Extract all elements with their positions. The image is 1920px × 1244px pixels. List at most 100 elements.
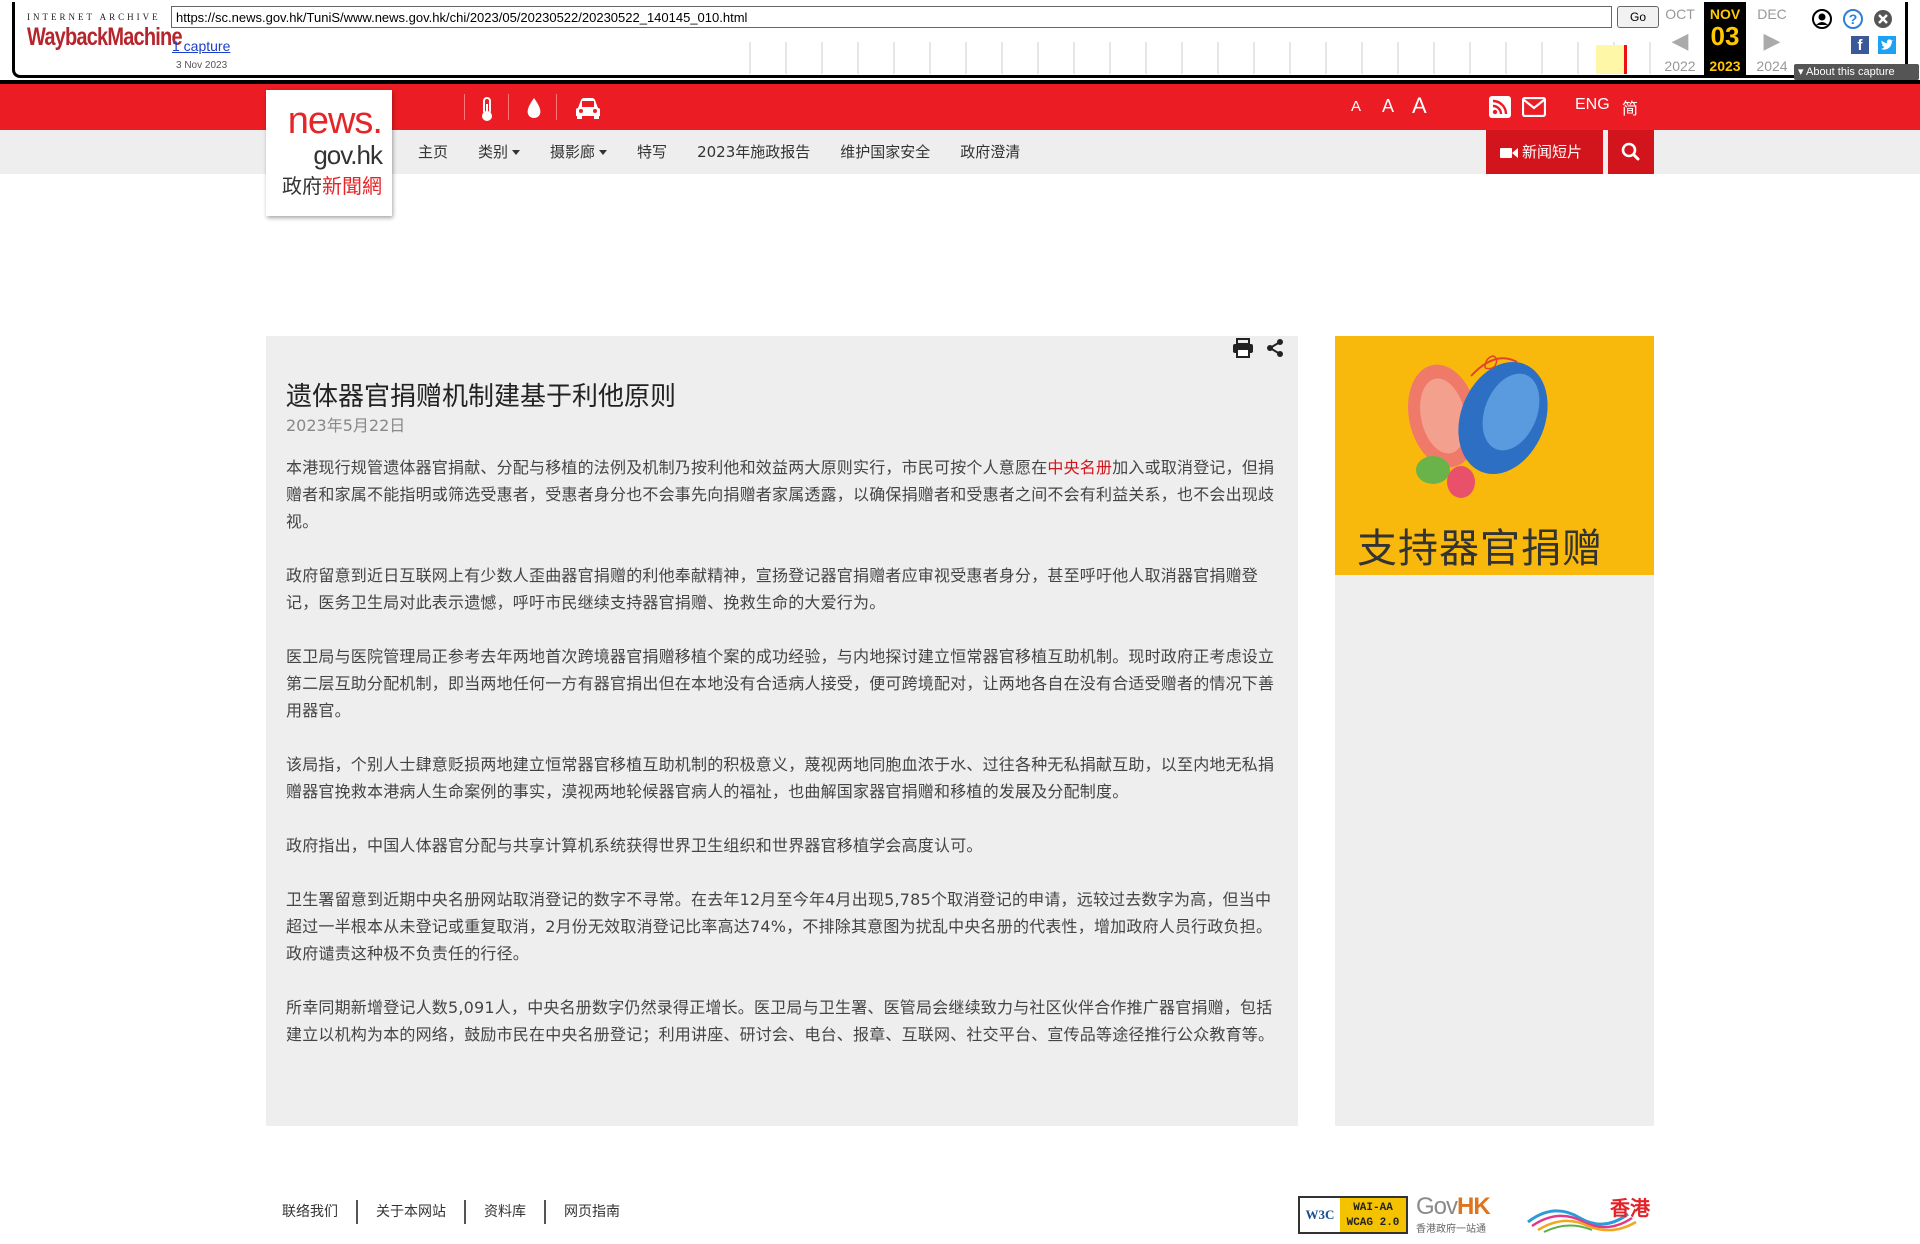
- banner-text: 支持器官捐赠: [1357, 526, 1603, 572]
- brand-hk-logo[interactable]: 香港: [1524, 1192, 1654, 1236]
- wayback-logo-main: WaybackMachine: [27, 23, 183, 51]
- article-paragraph: 政府指出，中国人体器官分配与共享计算机系统获得世界卫生组织和世界器官移植学会高度…: [286, 836, 983, 855]
- wayback-cal-prev-month: OCT: [1665, 6, 1695, 22]
- search-button[interactable]: [1608, 130, 1654, 174]
- article-tools: [1232, 338, 1285, 362]
- wayback-user-icon[interactable]: [1811, 8, 1833, 30]
- footer-archive-link[interactable]: 资料库: [466, 1200, 546, 1224]
- wayback-url-input[interactable]: [171, 6, 1612, 28]
- site-logo[interactable]: news. gov.hk 政府新聞網: [266, 90, 392, 216]
- lang-english-link[interactable]: ENG: [1575, 96, 1610, 114]
- article-body: 本港现行规管遗体器官捐献、分配与移植的法例及机制乃按利他和效益两大原则实行，市民…: [286, 454, 1282, 1075]
- nav-item-feature[interactable]: 特写: [637, 130, 667, 174]
- news-video-button[interactable]: 新闻短片: [1486, 130, 1603, 174]
- wayback-about-capture[interactable]: ▾ About this capture: [1794, 64, 1919, 80]
- wayback-prev-arrow-icon: ◀: [1671, 28, 1689, 53]
- footer-about-link[interactable]: 关于本网站: [358, 1200, 466, 1224]
- article-paragraph: 卫生署留意到近期中央名册网站取消登记的数字不寻常。在去年12月至今年4月出现5,…: [286, 890, 1273, 963]
- nav-item-clarification[interactable]: 政府澄清: [960, 130, 1020, 174]
- nav-item-policy-address[interactable]: 2023年施政报告: [697, 130, 810, 174]
- article-paragraph: 政府留意到近日互联网上有少数人歪曲器官捐赠的利他奉献精神，宣扬登记器官捐赠者应审…: [286, 566, 1259, 612]
- footer-links: 联络我们 关于本网站 资料库 网页指南: [266, 1196, 638, 1228]
- govhk-gov: Gov: [1416, 1193, 1458, 1220]
- nav-item-label: 类别: [478, 143, 509, 161]
- govhk-logo-sub: 香港政府一站通: [1416, 1224, 1486, 1235]
- govhk-logo-main: GovHK: [1416, 1194, 1516, 1220]
- thermometer-icon[interactable]: [478, 96, 496, 122]
- central-register-link[interactable]: 中央名册: [1047, 458, 1112, 477]
- search-icon: [1621, 142, 1640, 161]
- footer-contact-link[interactable]: 联络我们: [266, 1200, 358, 1224]
- nav-item-label: 维护国家安全: [840, 143, 931, 161]
- wayback-cal-cur-year: 2023: [1709, 58, 1741, 74]
- wayback-cal-prev[interactable]: OCT ◀ 2022: [1659, 2, 1701, 78]
- nav-item-home[interactable]: 主页: [418, 130, 448, 174]
- wayback-logo[interactable]: INTERNET ARCHIVE WaybackMachine: [27, 12, 183, 68]
- wayback-capture-date: 3 Nov 2023: [176, 60, 228, 71]
- wayback-cal-cur-day: 03: [1710, 21, 1740, 51]
- w3c-wcag-badge[interactable]: W3C WAI-AA WCAG 2.0: [1298, 1196, 1408, 1234]
- article-paragraph: 医卫局与医院管理局正参考去年两地首次跨境器官捐赠移植个案的成功经验，与内地探讨建…: [286, 647, 1275, 720]
- wayback-cal-cur-month: NOV: [1709, 6, 1741, 22]
- w3c-badge-right: WAI-AA WCAG 2.0: [1340, 1198, 1406, 1232]
- article-paragraph: 所幸同期新增登记人数5,091人，中央名册数字仍然录得正增长。医卫局与卫生署、医…: [286, 998, 1275, 1044]
- logo-line1: news.: [287, 100, 383, 142]
- nav-item-label: 摄影廊: [550, 143, 596, 161]
- print-icon[interactable]: [1232, 338, 1254, 358]
- rss-icon[interactable]: [1489, 96, 1511, 118]
- wayback-cal-current: NOV 03 2023: [1704, 2, 1746, 78]
- paragraph-text: 本港现行规管遗体器官捐献、分配与移植的法例及机制乃按利他和效益两大原则实行，市民…: [286, 458, 1048, 477]
- wayback-toolbar: INTERNET ARCHIVE WaybackMachine Go 1 cap…: [0, 0, 1920, 84]
- svg-text:?: ?: [1849, 11, 1858, 27]
- mail-icon[interactable]: [1522, 97, 1546, 117]
- w3c-badge-level: WAI-AA: [1353, 1202, 1393, 1214]
- wayback-logo-top: INTERNET ARCHIVE: [27, 12, 161, 22]
- news-video-label: 新闻短片: [1522, 143, 1583, 161]
- brand-hk-text: 香港: [1610, 1196, 1650, 1220]
- main-nav: 主页 类别 摄影廊 特写 2023年施政报告 维护国家安全 政府澄清: [418, 130, 1050, 174]
- nav-item-category[interactable]: 类别: [478, 130, 521, 174]
- wayback-go-button[interactable]: Go: [1617, 6, 1659, 28]
- wayback-close-icon[interactable]: [1872, 8, 1894, 30]
- nav-item-label: 2023年施政报告: [697, 143, 811, 161]
- facebook-icon[interactable]: f: [1851, 36, 1869, 54]
- wayback-cal-next[interactable]: DEC ▶ 2024: [1751, 2, 1793, 78]
- footer-guide-link[interactable]: 网页指南: [546, 1200, 638, 1224]
- font-size-medium[interactable]: A: [1382, 96, 1394, 117]
- caret-down-icon: [512, 150, 521, 155]
- wayback-about-label: About this capture: [1805, 66, 1895, 78]
- organ-donation-banner[interactable]: 支持器官捐赠: [1335, 336, 1654, 575]
- logo-line2: gov.hk: [313, 140, 383, 170]
- sidebar: 支持器官捐赠: [1335, 336, 1654, 1126]
- article: 遗体器官捐赠机制建基于利他原则 2023年5月22日 本港现行规管遗体器官捐献、…: [266, 336, 1298, 1126]
- font-size-large[interactable]: A: [1412, 93, 1427, 119]
- nav-item-label: 政府澄清: [960, 143, 1021, 161]
- header-divider: [508, 94, 509, 120]
- lang-simplified-link[interactable]: 简: [1622, 95, 1638, 119]
- header-divider: [556, 94, 557, 120]
- car-icon[interactable]: [574, 96, 602, 120]
- govhk-hk: HK: [1457, 1193, 1491, 1220]
- logo-line3b: 新聞網: [322, 174, 382, 198]
- wayback-help-icon[interactable]: ?: [1842, 8, 1864, 30]
- font-size-small[interactable]: A: [1351, 98, 1361, 115]
- wayback-sparkline[interactable]: [740, 42, 1660, 74]
- twitter-icon[interactable]: [1878, 36, 1896, 54]
- nav-item-gallery[interactable]: 摄影廊: [550, 130, 608, 174]
- water-drop-icon[interactable]: [524, 96, 544, 122]
- wayback-cal-next-year: 2024: [1756, 58, 1788, 74]
- wayback-next-arrow-icon: ▶: [1763, 28, 1781, 53]
- nav-item-label: 主页: [418, 143, 449, 161]
- share-icon[interactable]: [1265, 338, 1285, 358]
- govhk-logo[interactable]: GovHK 香港政府一站通: [1416, 1194, 1516, 1236]
- logo-line3: 政府新聞網: [266, 172, 382, 200]
- nav-item-label: 特写: [637, 143, 668, 161]
- article-paragraph: 该局指，个别人士肆意贬损两地建立恒常器官移植互助机制的积极意义，蔑视两地同胞血浓…: [286, 755, 1275, 801]
- video-camera-icon: [1500, 147, 1518, 158]
- nav-item-national-security[interactable]: 维护国家安全: [840, 130, 930, 174]
- article-paragraph: 本港现行规管遗体器官捐献、分配与移植的法例及机制乃按利他和效益两大原则实行，市民…: [286, 454, 1282, 535]
- header-divider: [464, 94, 465, 120]
- article-title: 遗体器官捐赠机制建基于利他原则: [286, 382, 677, 412]
- caret-down-icon: [599, 150, 608, 155]
- wayback-captures-link[interactable]: 1 capture: [172, 38, 230, 54]
